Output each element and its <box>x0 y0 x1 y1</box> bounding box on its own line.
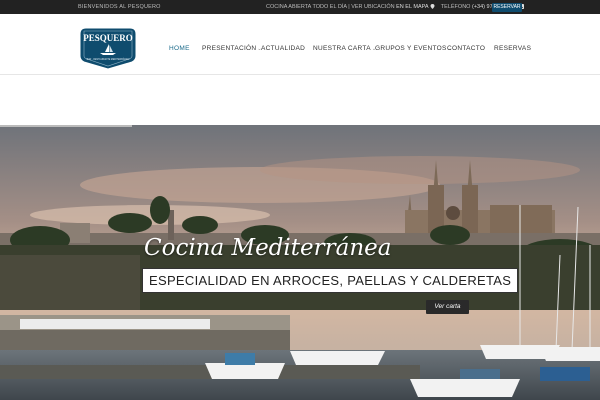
logo-tagline: BAR · RESTAURANTE MEDITERRÁNEO <box>87 58 130 61</box>
spacer <box>0 75 600 125</box>
ver-carta-button[interactable]: Ver carta <box>426 300 469 314</box>
header: PESQUERO BAR · RESTAURANTE MEDITERRÁNEO … <box>0 14 600 75</box>
nav-presentacion-label: PRESENTACIÓN <box>202 45 257 52</box>
map-pin-icon <box>430 4 435 10</box>
nav-presentacion[interactable]: PRESENTACIÓN⌄ <box>202 45 262 52</box>
nav-grupos-eventos-label: GRUPOS Y EVENTOS <box>375 45 447 52</box>
top-bar: BIENVENIDOS AL PESQUERO COCINA ABIERTA T… <box>0 0 600 14</box>
map-link[interactable]: EN EL MAPA <box>396 4 428 10</box>
separator: | <box>348 4 350 10</box>
nav-grupos-eventos[interactable]: GRUPOS Y EVENTOS⌄ <box>375 45 452 52</box>
hero-slider[interactable]: Cocina Mediterránea ESPECIALIDAD EN ARRO… <box>0 125 600 400</box>
welcome-text: BIENVENIDOS AL PESQUERO <box>78 4 161 10</box>
hero-subtitle: ESPECIALIDAD EN ARROCES, PAELLAS Y CALDE… <box>142 268 519 293</box>
reservar-button[interactable]: RESERVAR <box>492 3 522 12</box>
nav-nuestra-carta[interactable]: NUESTRA CARTA⌄ <box>313 45 376 52</box>
open-hours-text: COCINA ABIERTA TODO EL DÍA <box>266 4 347 10</box>
nav-home[interactable]: HOME <box>169 45 190 52</box>
nav-contacto[interactable]: CONTACTO <box>447 45 485 52</box>
phone-label: TELÉFONO <box>440 4 471 10</box>
nav-actualidad[interactable]: ACTUALIDAD <box>261 45 305 52</box>
top-info: COCINA ABIERTA TODO EL DÍA | VER UBICACI… <box>266 4 524 10</box>
hero-title: Cocina Mediterránea <box>144 235 392 261</box>
nav-nuestra-carta-label: NUESTRA CARTA <box>313 45 371 52</box>
nav-reservas[interactable]: RESERVAS <box>494 45 531 52</box>
logo-name: PESQUERO <box>83 33 133 43</box>
location-text: VER UBICACIÓN <box>351 4 395 10</box>
pesquero-logo[interactable]: PESQUERO BAR · RESTAURANTE MEDITERRÁNEO <box>78 26 138 70</box>
hero-background-image <box>0 125 600 400</box>
slide-progress-bar <box>0 125 132 127</box>
